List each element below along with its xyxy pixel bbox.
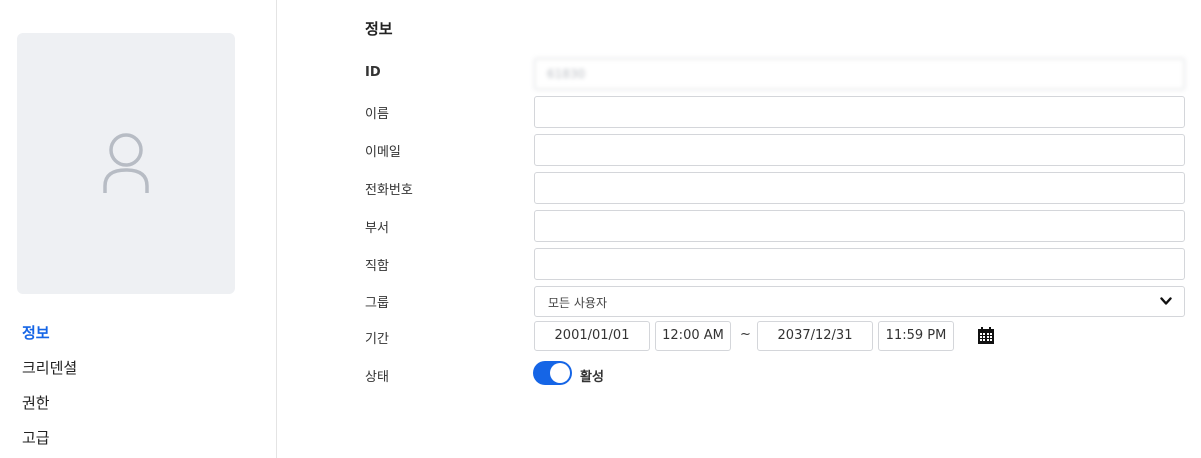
id-field[interactable]	[534, 58, 1185, 90]
sidebar-nav: 정보 크리덴셜 권한 고급	[22, 322, 77, 458]
sidebar-item-credential[interactable]: 크리덴셜	[22, 357, 77, 392]
phone-label: 전화번호	[365, 183, 413, 198]
start-date-field[interactable]: 2001/01/01	[534, 321, 650, 351]
avatar	[17, 33, 235, 294]
phone-field[interactable]	[534, 172, 1185, 204]
toggle-knob	[550, 363, 570, 383]
user-sidebar: 정보 크리덴셜 권한 고급	[0, 0, 277, 458]
group-label: 그룹	[365, 296, 389, 311]
group-select[interactable]: 모든 사용자	[534, 286, 1185, 317]
user-outline-icon	[103, 133, 149, 193]
group-select-value: 모든 사용자	[548, 296, 608, 310]
calendar-icon[interactable]	[977, 327, 995, 345]
status-toggle[interactable]	[533, 361, 572, 385]
email-label: 이메일	[365, 145, 401, 160]
period-separator: ~	[740, 327, 751, 342]
status-value: 활성	[580, 370, 604, 385]
name-label: 이름	[365, 107, 389, 122]
section-title: 정보	[365, 20, 393, 38]
name-field[interactable]	[534, 96, 1185, 128]
department-label: 부서	[365, 221, 389, 236]
sidebar-item-advanced[interactable]: 고급	[22, 427, 77, 458]
end-date-field[interactable]: 2037/12/31	[757, 321, 873, 351]
id-label: ID	[365, 65, 381, 80]
end-time-field[interactable]: 11:59 PM	[878, 321, 954, 351]
status-label: 상태	[365, 370, 389, 385]
sidebar-item-permission[interactable]: 권한	[22, 392, 77, 427]
position-label: 직함	[365, 259, 389, 274]
period-label: 기간	[365, 332, 389, 347]
department-field[interactable]	[534, 210, 1185, 242]
info-form: 정보 ID 이름 이메일 전화번호 부서 직함 그룹 모든 사용자 기간 200…	[278, 0, 1201, 458]
chevron-down-icon	[1160, 297, 1172, 305]
email-field[interactable]	[534, 134, 1185, 166]
start-time-field[interactable]: 12:00 AM	[655, 321, 731, 351]
sidebar-item-info[interactable]: 정보	[22, 322, 77, 357]
position-field[interactable]	[534, 248, 1185, 280]
